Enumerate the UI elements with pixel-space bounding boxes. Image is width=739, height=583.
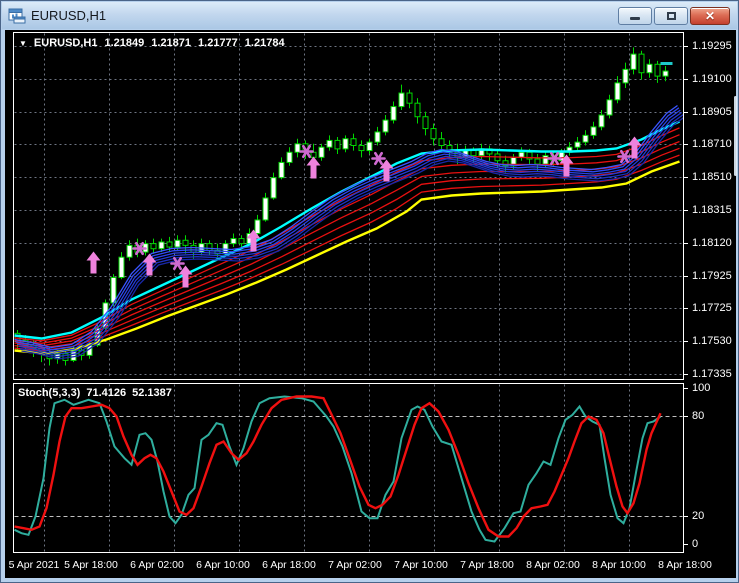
minimize-button[interactable] (618, 7, 652, 25)
price-axis-label: 1.17335 (692, 368, 732, 380)
price-axis-label: 1.17530 (692, 335, 732, 347)
time-axis-label: 8 Apr 02:00 (526, 559, 580, 571)
stochastic-signal-value: 52.1387 (132, 387, 172, 399)
stochastic-indicator-pane[interactable] (13, 383, 684, 553)
price-axis-label: 1.18315 (692, 204, 732, 216)
mt4-chart-window: EURUSD,H1 ✕ ▼ EURUSD,H1 1.21849 1.21871 … (0, 0, 739, 583)
chart-client-area: ▼ EURUSD,H1 1.21849 1.21871 1.21777 1.21… (5, 30, 736, 578)
time-axis-label: 7 Apr 10:00 (394, 559, 448, 571)
price-axis-label: 1.17725 (692, 302, 732, 314)
stoch-axis-label: 100 (692, 382, 710, 394)
window-border-highlight (734, 96, 737, 176)
stoch-axis-label: 80 (692, 410, 704, 422)
minimize-icon (630, 17, 640, 20)
axis-tick (684, 516, 688, 517)
window-titlebar[interactable]: EURUSD,H1 ✕ (2, 2, 737, 29)
price-axis-label: 1.18120 (692, 237, 732, 249)
ohlc-close-value: 1.21784 (245, 37, 285, 49)
ohlc-high-value: 1.21871 (151, 37, 191, 49)
axis-tick (684, 544, 688, 545)
time-axis-label: 5 Apr 2021 (9, 559, 60, 571)
axis-tick (684, 46, 688, 47)
stoch-percent-d-line (15, 397, 661, 537)
ohlc-low-value: 1.21777 (198, 37, 238, 49)
price-axis-label: 1.19295 (692, 40, 732, 52)
stochastic-header: Stoch(5,3,3) 71.4126 52.1387 (18, 387, 172, 399)
time-axis-label: 5 Apr 18:00 (64, 559, 118, 571)
window-controls: ✕ (618, 7, 730, 25)
price-axis-label: 1.18510 (692, 171, 732, 183)
axis-tick (684, 79, 688, 80)
close-button[interactable]: ✕ (690, 7, 730, 25)
stoch-axis-label: 0 (692, 538, 698, 550)
price-axis-label: 1.18905 (692, 106, 732, 118)
yellow-ma-line (15, 162, 680, 354)
price-chart-pane[interactable] (13, 32, 684, 380)
time-axis-label: 6 Apr 18:00 (262, 559, 316, 571)
price-axis-label: 1.18710 (692, 138, 732, 150)
price-axis-label: 1.17925 (692, 270, 732, 282)
chart-ohlc-header: ▼ EURUSD,H1 1.21849 1.21871 1.21777 1.21… (19, 37, 285, 49)
axis-tick (684, 144, 688, 145)
stochastic-main-value: 71.4126 (86, 387, 126, 399)
time-axis-label: 7 Apr 02:00 (328, 559, 382, 571)
ohlc-open-value: 1.21849 (105, 37, 145, 49)
close-icon: ✕ (705, 10, 715, 22)
time-axis-label: 8 Apr 10:00 (592, 559, 646, 571)
time-axis-label: 6 Apr 10:00 (196, 559, 250, 571)
axis-tick (684, 177, 688, 178)
restore-icon (667, 12, 676, 20)
chart-window-icon (8, 8, 26, 24)
time-axis-label: 8 Apr 18:00 (658, 559, 712, 571)
axis-tick (684, 210, 688, 211)
axis-tick (684, 374, 688, 375)
axis-tick (684, 308, 688, 309)
stoch-pane-border (14, 384, 684, 553)
up-arrow-icon (307, 157, 321, 179)
symbol-dropdown-icon[interactable]: ▼ (19, 39, 27, 48)
axis-tick (684, 276, 688, 277)
stochastic-name-label: Stoch(5,3,3) (18, 387, 80, 399)
time-axis-label: 6 Apr 02:00 (130, 559, 184, 571)
stoch-grid (45, 385, 630, 552)
axis-tick (684, 341, 688, 342)
restore-button[interactable] (654, 7, 688, 25)
axis-tick (684, 243, 688, 244)
time-axis[interactable]: 5 Apr 2021 5 Apr 18:00 6 Apr 02:00 6 Apr 10… (5, 556, 736, 576)
up-arrow-icon (87, 252, 101, 274)
axis-tick (684, 112, 688, 113)
axis-tick (684, 388, 688, 389)
chart-symbol-label: EURUSD,H1 (34, 37, 98, 49)
price-axis-label: 1.19100 (692, 73, 732, 85)
time-axis-label: 7 Apr 18:00 (460, 559, 514, 571)
axis-tick (684, 416, 688, 417)
window-title: EURUSD,H1 (31, 8, 106, 23)
red-ma-ribbon (15, 128, 680, 351)
price-axis[interactable]: 1.19295 1.19100 1.18905 1.18710 1.18510 1.183… (684, 30, 736, 578)
stoch-axis-label: 20 (692, 510, 704, 522)
star-icon (373, 153, 385, 164)
